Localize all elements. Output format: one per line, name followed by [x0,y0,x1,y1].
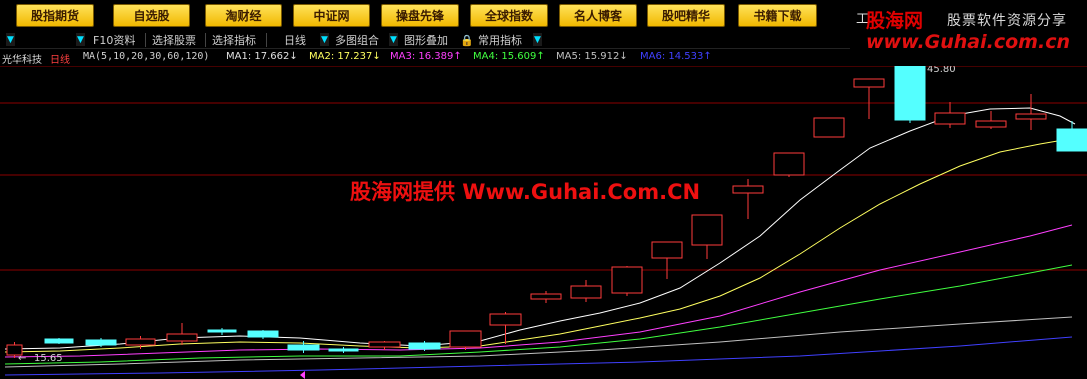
celebrity-blog-button[interactable]: 名人博客 [559,4,637,27]
candle-body [773,152,805,176]
daily-period-button[interactable]: 日线 [284,32,306,48]
candle-body [611,266,643,294]
watchlist-button[interactable]: 自选股 [113,4,190,27]
candle-body [1056,128,1087,152]
ma-legend: 光华科技 日线 MA(5,10,20,30,60,120) MA1: 17.66… [0,51,850,66]
candle-body [247,330,279,338]
trading-pioneer-button[interactable]: 操盘先锋 [381,4,459,27]
candle-body [732,185,764,194]
period-label: 日线 [50,55,70,66]
daily-dropdown-icon[interactable]: ▼ [320,33,329,46]
select-stock-button[interactable]: 选择股票 [152,32,196,48]
candle-body [287,344,320,351]
logo-slogan: 股票软件资源分享 [947,13,1067,29]
high-price-label: 45.80 [927,66,956,75]
candle-body [207,329,237,333]
low-arrow-icon: ← [18,353,26,364]
ma4-value: MA4: 15.609↑ [473,51,545,62]
ma-line [4,336,1073,376]
cs-net-button[interactable]: 中证网 [293,4,370,27]
f10-info-button[interactable]: F10资料 [93,32,135,48]
candle-body [691,214,723,246]
candle-body [489,313,522,326]
candle-body [813,117,845,138]
ma-definition: MA(5,10,20,30,60,120) [83,51,210,62]
candle-body [44,338,74,344]
lock-icon[interactable]: 🔒 [460,32,474,48]
select-indicator-button[interactable]: 选择指标 [212,32,256,48]
candle-body [449,330,482,348]
ma2-value: MA2: 17.237↓ [309,51,381,62]
futures-button[interactable]: 股指期货 [16,4,94,27]
finance-button[interactable]: 淘财经 [205,4,282,27]
common-indicator-button[interactable]: 常用指标 [478,32,522,48]
ma3-value: MA3: 16.389↑ [390,51,462,62]
candle-body [368,341,401,348]
position-marker-icon [300,371,305,379]
stock-dropdown-icon[interactable]: ▼ [6,33,15,46]
logo-title: 股海网 [866,10,924,32]
book-download-button[interactable]: 书籍下载 [738,4,817,27]
candle-body [328,348,359,352]
forum-best-button[interactable]: 股吧精华 [647,4,725,27]
candle-body [975,120,1007,128]
candle-body [125,338,156,346]
multi-chart-button[interactable]: 多图组合 [335,32,379,48]
multi-chart-dropdown-icon[interactable]: ▼ [389,33,398,46]
candle-body [530,293,562,300]
stock-name: 光华科技 [2,55,42,66]
period-dropdown-icon[interactable]: ▼ [76,33,85,46]
indicator-dropdown-icon[interactable]: ▼ [533,33,542,46]
watermark-text: 股海网提供 Www.Guhai.Com.CN [350,180,701,204]
ma-line [4,137,1076,353]
candle-body [85,339,117,346]
low-price-label: 15.65 [34,353,63,364]
candle-body [894,66,926,121]
logo-url: www.Guhai.com.cn [866,31,1070,53]
chart-toolbar: ▼ ▼ F10资料 选择股票 选择指标 日线 ▼ 多图组合 ▼ 图形叠加 🔒 常… [0,31,850,49]
site-logo: 股海网 股票软件资源分享 www.Guhai.com.cn [866,6,1087,53]
candle-body [934,112,966,125]
candle-body [570,285,602,299]
overlay-button[interactable]: 图形叠加 [404,32,448,48]
candle-body [651,241,683,259]
ma1-value: MA1: 17.662↓ [226,51,298,62]
global-index-button[interactable]: 全球指数 [470,4,548,27]
ma-line [4,107,1076,350]
ma5-value: MA5: 15.912↓ [556,51,628,62]
candle-body [1015,113,1047,120]
candle-body [408,342,441,350]
ma6-value: MA6: 14.533↑ [640,51,712,62]
kline-chart[interactable]: 45.80 15.65 ← [0,66,1087,379]
candle-body [166,333,198,342]
candle-body [853,78,885,88]
